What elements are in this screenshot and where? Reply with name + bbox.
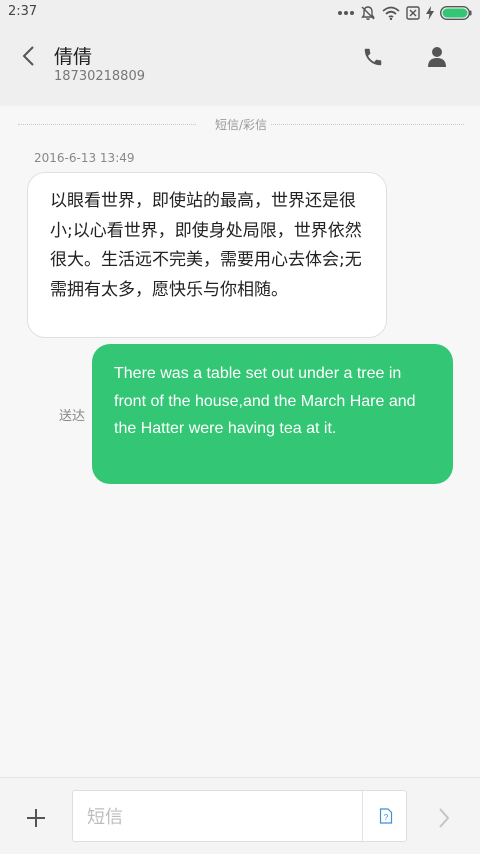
back-button[interactable] [14, 42, 42, 70]
sim-off-icon [406, 6, 420, 20]
charging-icon [426, 6, 434, 20]
status-bar: 2:37 [0, 0, 480, 26]
message-composer: ? [0, 777, 480, 854]
contact-profile-button[interactable] [424, 44, 450, 70]
more-dots-icon [338, 10, 354, 16]
svg-text:?: ? [383, 813, 388, 822]
person-icon [428, 47, 446, 67]
wifi-icon [382, 6, 400, 20]
bell-muted-icon [360, 5, 376, 21]
add-attachment-button[interactable] [22, 804, 50, 832]
outgoing-message-bubble[interactable]: There was a table set out under a tree i… [92, 344, 453, 484]
status-time: 2:37 [8, 4, 38, 19]
sim-card-icon: ? [379, 808, 392, 824]
message-box: ? [72, 790, 407, 842]
delivery-status: 送达 [59, 409, 86, 424]
message-type-divider: 短信/彩信 [18, 116, 464, 132]
message-timestamp: 2016-6-13 13:49 [34, 151, 135, 165]
status-icons [338, 4, 472, 22]
contact-number: 18730218809 [54, 69, 145, 84]
phone-icon [364, 48, 382, 66]
message-input[interactable] [85, 803, 359, 831]
call-button[interactable] [360, 44, 386, 70]
send-button[interactable] [430, 804, 458, 832]
contact-name: 倩倩 [54, 46, 93, 68]
conversation-header: 倩倩 18730218809 [0, 26, 480, 106]
back-arrow-icon [22, 46, 34, 66]
battery-icon [440, 6, 472, 20]
incoming-message-bubble[interactable]: 以眼看世界，即使站的最高，世界还是很小;以心看世界，即使身处局限，世界依然很大。… [27, 172, 387, 338]
divider-label: 短信/彩信 [210, 118, 272, 132]
quick-template-button[interactable]: ? [362, 791, 408, 841]
chevron-right-icon [439, 808, 450, 828]
plus-icon [27, 809, 45, 827]
